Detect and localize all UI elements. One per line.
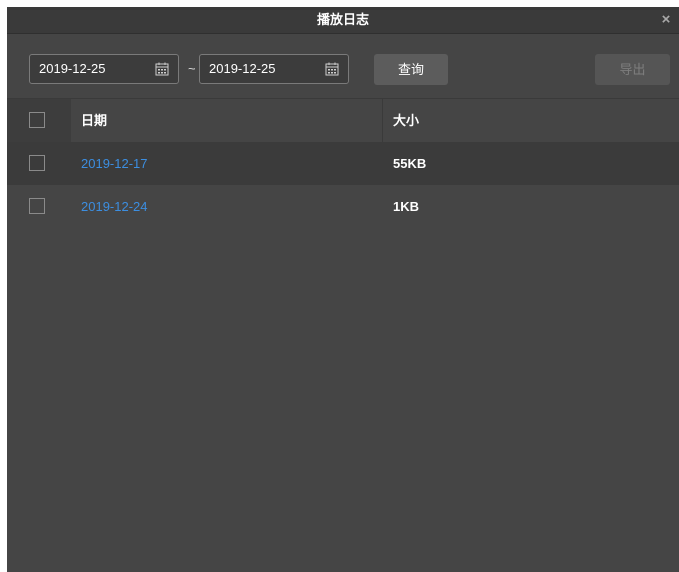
row-checkbox[interactable] xyxy=(29,198,45,214)
table-row[interactable]: 2019-12-24 1KB xyxy=(7,185,679,228)
end-date-value: 2019-12-25 xyxy=(209,61,276,76)
column-header-size[interactable]: 大小 xyxy=(393,99,419,142)
end-date-input[interactable]: 2019-12-25 xyxy=(199,54,349,84)
start-date-input[interactable]: 2019-12-25 xyxy=(29,54,179,84)
column-divider xyxy=(382,99,383,142)
row-size: 55KB xyxy=(393,156,427,171)
log-table: 日期 大小 2019-12-17 55KB 2019-12-24 1KB xyxy=(7,98,679,228)
title-bar: 播放日志 × xyxy=(7,7,679,34)
table-row[interactable]: 2019-12-17 55KB xyxy=(7,142,679,185)
table-header: 日期 大小 xyxy=(7,98,679,142)
filter-toolbar: 2019-12-25 ~ 2019-12-25 查询 导出 xyxy=(7,34,679,98)
export-button[interactable]: 导出 xyxy=(595,54,670,85)
row-checkbox[interactable] xyxy=(29,155,45,171)
dialog-title: 播放日志 xyxy=(316,12,369,27)
start-date-value: 2019-12-25 xyxy=(39,61,106,76)
date-range-separator: ~ xyxy=(188,61,196,76)
row-date-link[interactable]: 2019-12-24 xyxy=(81,185,148,228)
play-log-dialog: 播放日志 × 2019-12-25 ~ 2019-12-25 查询 导出 日期 … xyxy=(7,7,679,572)
close-icon[interactable]: × xyxy=(657,10,675,30)
select-all-checkbox[interactable] xyxy=(29,112,45,128)
calendar-icon[interactable] xyxy=(155,62,169,76)
calendar-icon[interactable] xyxy=(325,62,339,76)
row-date-link[interactable]: 2019-12-17 xyxy=(81,142,148,185)
column-header-date[interactable]: 日期 xyxy=(81,99,107,142)
query-button[interactable]: 查询 xyxy=(374,54,448,85)
row-size: 1KB xyxy=(393,199,420,214)
